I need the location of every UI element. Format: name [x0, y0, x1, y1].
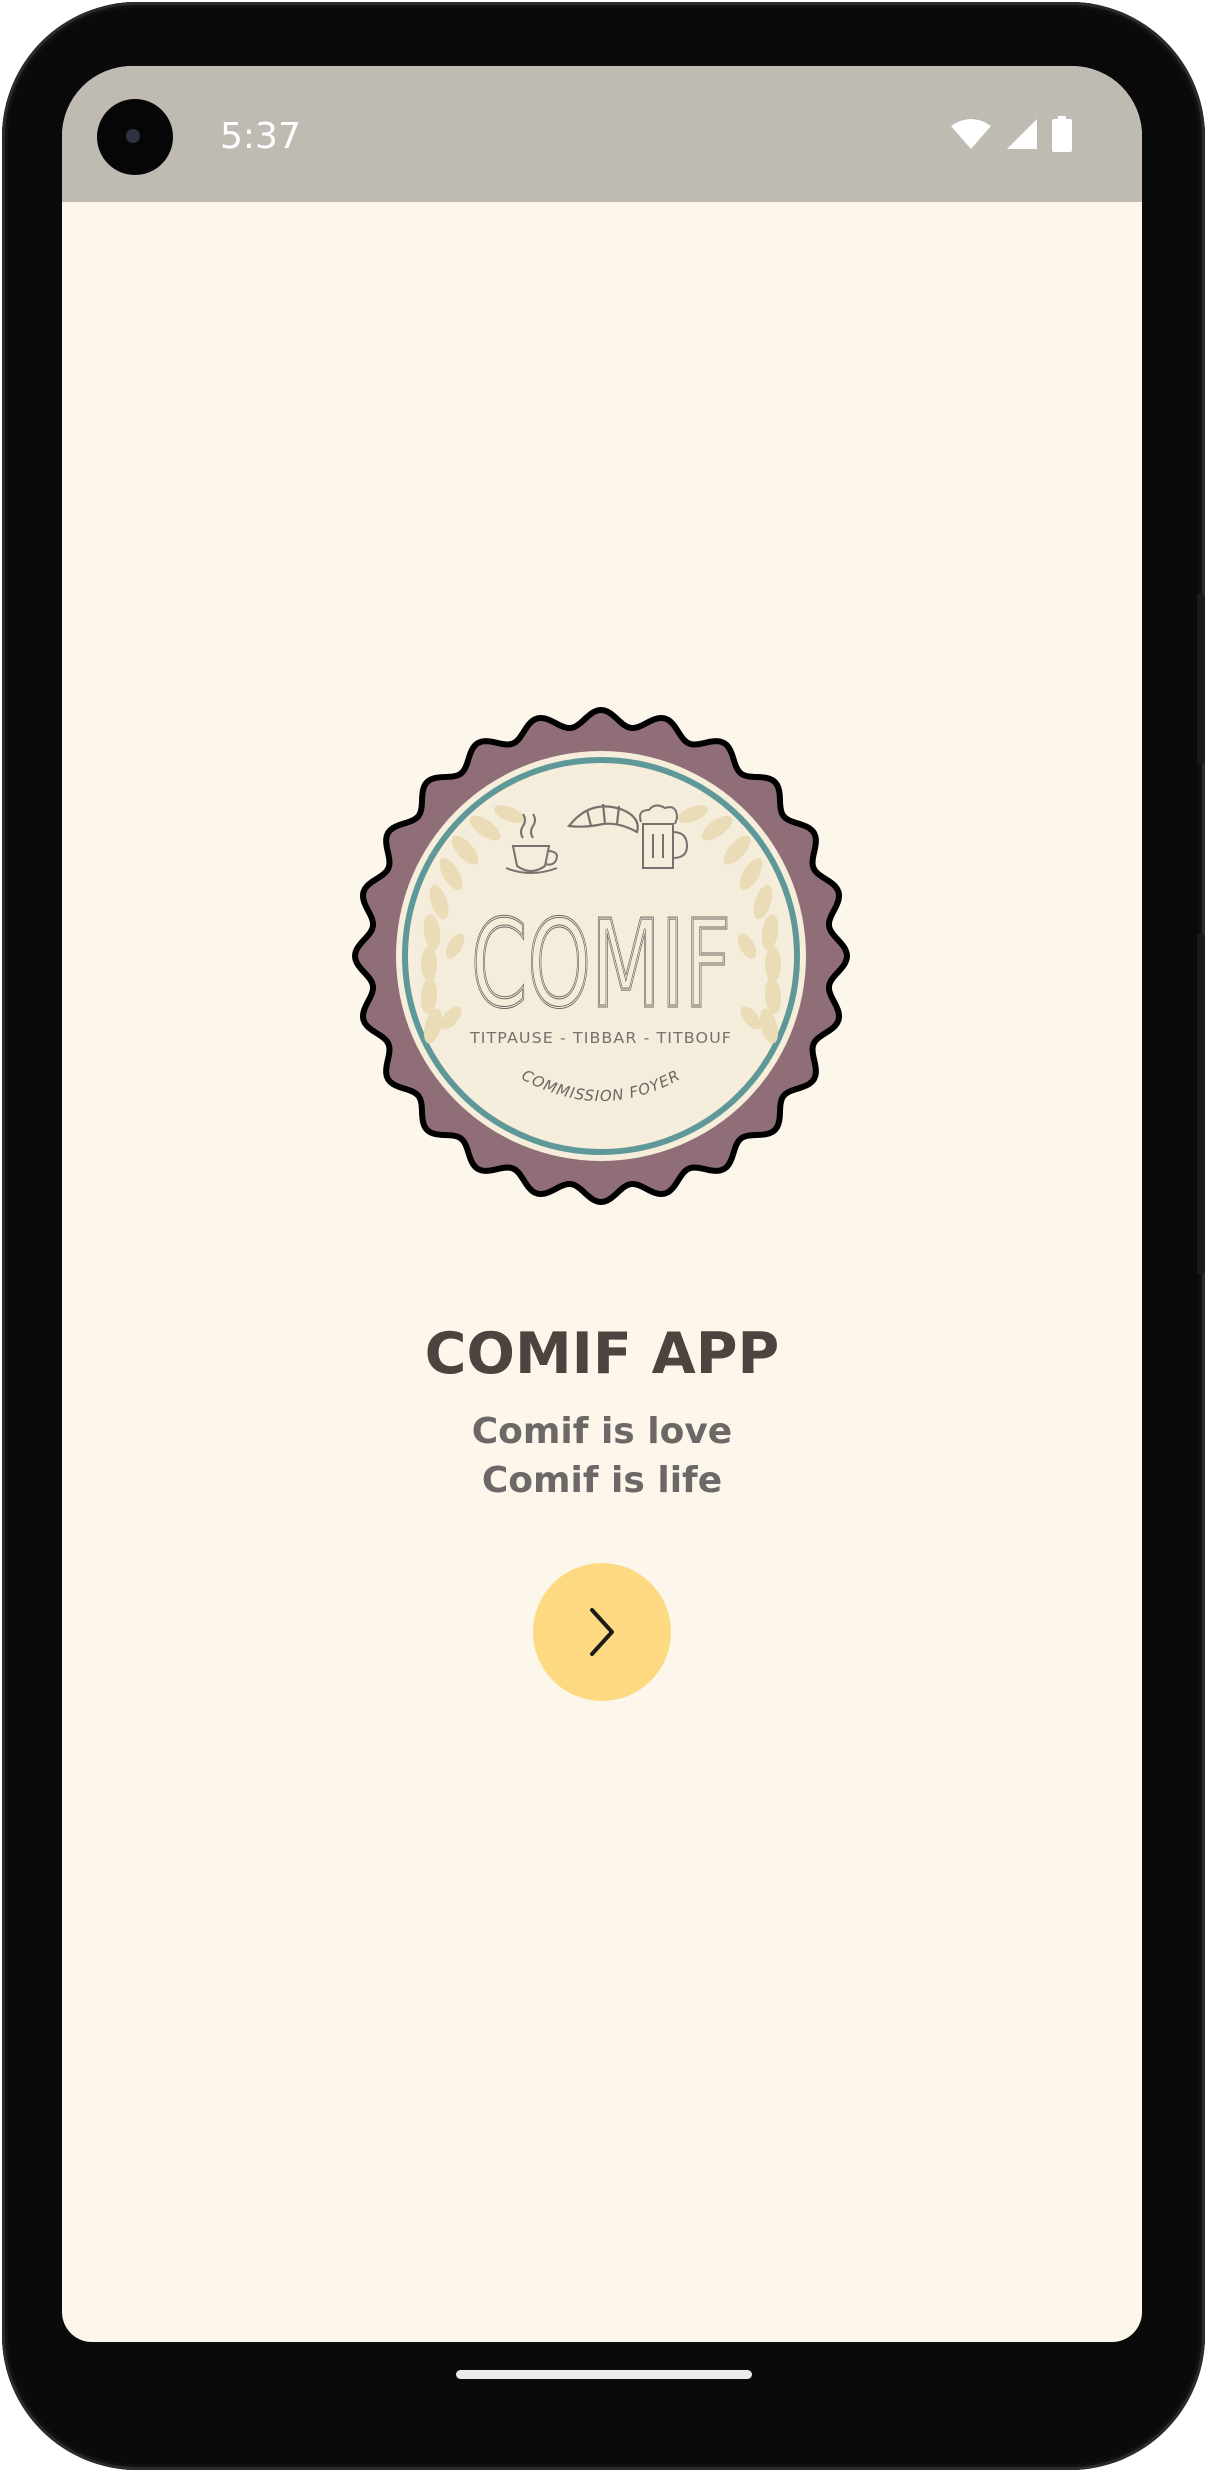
comif-logo: COMIF COMIF TITPAUSE - TIBBAR - TITBOUF … — [351, 706, 851, 1206]
camera-icon — [97, 99, 173, 175]
tagline-life: Comif is life — [481, 1460, 723, 1501]
app-screen: 5:37 COMIF COMIF TITPAUSE - TIBBAR - TIT… — [62, 66, 1142, 2342]
logo-name-inner: COMIF — [471, 896, 731, 1035]
status-icons — [950, 116, 1072, 152]
status-bar: 5:37 — [62, 66, 1142, 202]
phone-frame: 5:37 COMIF COMIF TITPAUSE - TIBBAR - TIT… — [2, 2, 1205, 2470]
wifi-icon — [951, 119, 991, 149]
volume-button — [1197, 934, 1205, 1274]
logo-subtitle: TITPAUSE - TIBBAR - TITBOUF — [469, 1029, 732, 1047]
battery-icon — [1052, 116, 1072, 152]
status-time: 5:37 — [220, 116, 301, 157]
tagline-love: Comif is love — [471, 1411, 733, 1452]
power-button — [1197, 594, 1205, 764]
home-indicator[interactable] — [456, 2370, 752, 2379]
signal-icon — [1007, 119, 1037, 149]
app-title: COMIF APP — [424, 1321, 780, 1387]
chevron-right-icon — [590, 1608, 614, 1656]
next-button[interactable] — [533, 1563, 671, 1701]
